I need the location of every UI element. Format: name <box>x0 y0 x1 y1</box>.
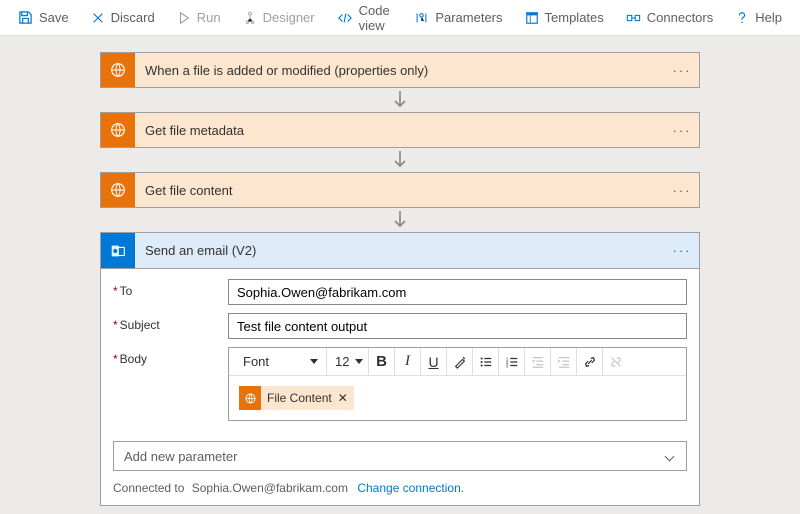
bold-button[interactable]: B <box>369 348 395 375</box>
underline-button[interactable]: U <box>421 348 447 375</box>
caret-icon <box>310 359 318 364</box>
save-button[interactable]: Save <box>8 6 79 29</box>
send-email-card: Send an email (V2) ··· *To *Subject *Bod… <box>100 232 700 506</box>
send-email-header[interactable]: Send an email (V2) ··· <box>101 233 699 269</box>
arrow-icon <box>392 88 408 112</box>
outdent-button[interactable] <box>525 348 551 375</box>
step-more-button[interactable]: ··· <box>665 183 699 198</box>
outlook-icon <box>101 233 135 268</box>
step-more-button[interactable]: ··· <box>665 63 699 78</box>
designer-label: Designer <box>263 10 315 25</box>
trigger-step[interactable]: When a file is added or modified (proper… <box>100 52 700 88</box>
body-content[interactable]: File Content ✕ <box>229 376 686 420</box>
step-title: When a file is added or modified (proper… <box>135 63 665 78</box>
step-title: Get file content <box>135 183 665 198</box>
chip-remove-button[interactable]: ✕ <box>338 391 348 405</box>
step-more-button[interactable]: ··· <box>665 123 699 138</box>
unlink-button[interactable] <box>603 348 629 375</box>
connectors-icon <box>626 11 641 25</box>
action-step[interactable]: Get file content ··· <box>100 172 700 208</box>
discard-label: Discard <box>111 10 155 25</box>
discard-button[interactable]: Discard <box>81 6 165 29</box>
codeview-label: Code view <box>359 3 393 33</box>
help-label: Help <box>755 10 782 25</box>
connectors-button[interactable]: Connectors <box>616 6 723 29</box>
parameters-icon <box>414 11 429 25</box>
step-more-button[interactable]: ··· <box>665 243 699 258</box>
fontcolor-button[interactable] <box>447 348 473 375</box>
run-label: Run <box>197 10 221 25</box>
email-form: *To *Subject *Body Font 12 B I U <box>101 269 699 437</box>
step-title: Get file metadata <box>135 123 665 138</box>
sharepoint-icon <box>239 386 261 410</box>
chevron-down-icon <box>666 453 676 459</box>
connectors-label: Connectors <box>647 10 713 25</box>
close-icon <box>91 11 105 25</box>
templates-icon <box>525 11 539 25</box>
bulletlist-button[interactable] <box>473 348 499 375</box>
add-param-label: Add new parameter <box>124 449 237 464</box>
body-label: *Body <box>113 347 228 366</box>
parameters-button[interactable]: Parameters <box>404 6 512 29</box>
font-select[interactable]: Font <box>235 348 327 375</box>
designer-canvas: When a file is added or modified (proper… <box>0 36 800 514</box>
editor-toolbar: Font 12 B I U 123 <box>229 348 686 376</box>
toolbar: Save Discard Run Designer Code view Para… <box>0 0 800 36</box>
templates-label: Templates <box>545 10 604 25</box>
connection-email: Sophia.Owen@fabrikam.com <box>188 481 348 495</box>
body-editor: Font 12 B I U 123 <box>228 347 687 421</box>
arrow-icon <box>392 148 408 172</box>
arrow-icon <box>392 208 408 232</box>
connection-info: Connected to Sophia.Owen@fabrikam.com Ch… <box>101 481 699 505</box>
designer-button[interactable]: Designer <box>233 6 325 29</box>
to-input[interactable] <box>228 279 687 305</box>
sharepoint-icon <box>101 53 135 87</box>
caret-icon <box>355 359 363 364</box>
step-title: Send an email (V2) <box>135 243 665 258</box>
help-button[interactable]: Help <box>725 6 792 29</box>
help-icon <box>735 11 749 25</box>
parameters-label: Parameters <box>435 10 502 25</box>
indent-button[interactable] <box>551 348 577 375</box>
sharepoint-icon <box>101 113 135 147</box>
to-label: *To <box>113 279 228 298</box>
save-icon <box>18 10 33 25</box>
run-button[interactable]: Run <box>167 6 231 29</box>
sharepoint-icon <box>101 173 135 207</box>
code-icon <box>337 11 353 25</box>
link-button[interactable] <box>577 348 603 375</box>
change-connection-link[interactable]: Change connection. <box>351 481 464 495</box>
add-parameter-select[interactable]: Add new parameter <box>113 441 687 471</box>
play-icon <box>177 11 191 25</box>
subject-input[interactable] <box>228 313 687 339</box>
fontsize-select[interactable]: 12 <box>327 348 369 375</box>
italic-button[interactable]: I <box>395 348 421 375</box>
templates-button[interactable]: Templates <box>515 6 614 29</box>
save-label: Save <box>39 10 69 25</box>
numberlist-button[interactable]: 123 <box>499 348 525 375</box>
designer-icon <box>243 11 257 25</box>
chip-label: File Content <box>267 391 332 405</box>
codeview-button[interactable]: Code view <box>327 0 403 37</box>
subject-label: *Subject <box>113 313 228 332</box>
svg-text:3: 3 <box>505 363 508 368</box>
action-step[interactable]: Get file metadata ··· <box>100 112 700 148</box>
file-content-chip[interactable]: File Content ✕ <box>239 386 354 410</box>
